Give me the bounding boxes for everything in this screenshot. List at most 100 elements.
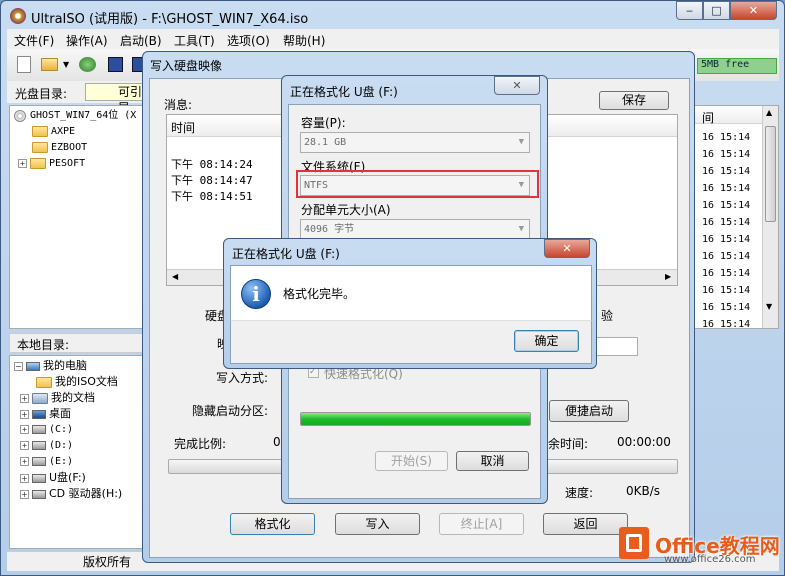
expand-icon[interactable]: + (20, 456, 29, 466)
expand-icon[interactable]: + (20, 409, 29, 419)
scroll-left-icon[interactable]: ◀ (172, 272, 178, 281)
local-item-usb[interactable]: + U盘(F:) (20, 470, 86, 486)
file-row-time: 16 15:14 (702, 285, 751, 296)
expand-icon[interactable]: + (20, 424, 29, 434)
minimize-button[interactable]: ‒ (676, 1, 703, 20)
write-button[interactable]: 写入 (335, 513, 420, 535)
local-item-iso-docs[interactable]: 我的ISO文档 (36, 374, 118, 390)
msgbox-close-button[interactable]: ✕ (544, 239, 590, 258)
open-icon[interactable] (41, 58, 58, 71)
msgbox-title: 正在格式化 U盘 (F:) (232, 247, 340, 261)
file-row-time: 16 15:14 (702, 166, 751, 177)
scroll-up-icon[interactable]: ▲ (766, 108, 772, 117)
allocation-value: 4096 字节 (304, 224, 355, 235)
format-dialog-title: 正在格式化 U盘 (F:) (290, 85, 398, 99)
cd-icon (14, 110, 26, 122)
local-item-cd[interactable]: + CD 驱动器(H:) (20, 486, 122, 502)
ok-button[interactable]: 确定 (514, 330, 579, 352)
chevron-down-icon: ▼ (518, 224, 524, 234)
menu-options[interactable]: 选项(O) (227, 32, 270, 49)
drive-icon (32, 440, 46, 450)
usb-drive-icon (32, 473, 46, 483)
tree-item-axpe[interactable]: AXPE (32, 124, 75, 140)
dropdown-arrow-icon[interactable]: ▼ (63, 60, 69, 69)
menu-tools[interactable]: 工具(T) (174, 32, 215, 49)
collapse-icon[interactable]: − (14, 361, 23, 371)
capacity-value: 28.1 GB (304, 137, 347, 148)
start-button[interactable]: 开始(S) (375, 451, 448, 471)
local-tree-panel: − 我的电脑 我的ISO文档 + 我的文档 + 桌面 + (C:) + (D:) + (E:… (9, 355, 149, 549)
capacity-select[interactable]: 28.1 GB ▼ (300, 132, 530, 153)
save-log-button[interactable]: 保存 (599, 91, 669, 110)
local-item-label: (D:) (49, 440, 74, 451)
extract-icon[interactable] (79, 57, 96, 72)
expand-icon[interactable]: + (20, 393, 29, 403)
allocation-label: 分配单元大小(A) (301, 203, 391, 217)
scroll-down-icon[interactable]: ▼ (766, 302, 772, 311)
tree-item-pesoft[interactable]: + PESOFT (18, 156, 85, 172)
menu-boot[interactable]: 启动(B) (120, 32, 162, 49)
local-item-label: 我的ISO文档 (55, 375, 118, 388)
menu-actions[interactable]: 操作(A) (66, 32, 108, 49)
tree-item-ezboot[interactable]: EZBOOT (32, 140, 87, 156)
allocation-select[interactable]: 4096 字节 ▼ (300, 219, 530, 240)
local-item-label: 桌面 (49, 407, 71, 420)
local-item-label: 我的文档 (51, 391, 95, 404)
save-icon[interactable] (108, 57, 123, 72)
expand-icon[interactable]: + (18, 158, 27, 168)
file-row-time: 16 15:14 (702, 302, 751, 313)
cancel-button[interactable]: 取消 (456, 451, 529, 471)
chevron-down-icon: ▼ (518, 137, 524, 147)
write-dialog-title: 写入硬盘映像 (150, 59, 223, 73)
file-row-time: 16 15:14 (702, 251, 751, 262)
maximize-button[interactable]: □ (703, 1, 730, 20)
scroll-right-icon[interactable]: ▶ (665, 272, 671, 281)
menu-help[interactable]: 帮助(H) (283, 32, 325, 49)
tree-root-label: GHOST_WIN7_64位 (X (30, 110, 137, 121)
write-mode-label: 写入方式: (216, 371, 269, 385)
file-list-scrollbar[interactable]: ▲ ▼ (762, 106, 778, 328)
local-item-computer[interactable]: − 我的电脑 (14, 358, 87, 374)
local-item-label: CD 驱动器(H:) (49, 487, 123, 500)
close-button[interactable]: ✕ (730, 1, 777, 20)
tree-item-label: AXPE (51, 126, 76, 137)
format-progress-bar (300, 412, 531, 426)
menu-bar: 文件(F) 操作(A) 启动(B) 工具(T) 选项(O) 帮助(H) (7, 29, 779, 49)
back-button[interactable]: 返回 (543, 513, 628, 535)
expand-icon[interactable]: + (20, 489, 29, 499)
disc-dir-label: 光盘目录: (15, 87, 68, 101)
local-item-documents[interactable]: + 我的文档 (20, 390, 95, 406)
watermark-logo-mark (626, 534, 642, 552)
remaining-value: 00:00:00 (617, 435, 671, 449)
msgbox-text: 格式化完毕。 (283, 287, 356, 301)
stop-button[interactable]: 终止[A] (439, 513, 524, 535)
folder-icon (32, 141, 48, 153)
tree-root[interactable]: GHOST_WIN7_64位 (X (12, 108, 136, 124)
local-item-c[interactable]: + (C:) (20, 422, 73, 438)
file-row-time: 16 15:14 (702, 132, 751, 143)
free-space-text: 5MB free (701, 59, 750, 70)
message-box: 正在格式化 U盘 (F:) ✕ i 格式化完毕。 确定 (223, 238, 597, 369)
local-item-desktop[interactable]: + 桌面 (20, 406, 71, 422)
local-item-d[interactable]: + (D:) (20, 438, 73, 454)
file-row-time: 16 15:14 (702, 200, 751, 211)
file-row-time: 16 15:14 (702, 234, 751, 245)
scroll-thumb[interactable] (765, 126, 776, 222)
local-item-label: (E:) (49, 456, 74, 467)
expand-icon[interactable]: + (20, 473, 29, 483)
watermark-url: www.office26.com (664, 554, 756, 565)
new-icon[interactable] (17, 56, 31, 73)
menu-file[interactable]: 文件(F) (14, 32, 54, 49)
done-ratio-label: 完成比例: (174, 437, 227, 451)
format-button[interactable]: 格式化 (230, 513, 315, 535)
local-item-e[interactable]: + (E:) (20, 454, 73, 470)
expand-icon[interactable]: + (20, 440, 29, 450)
col-header-time: 间 (702, 111, 715, 125)
format-close-button[interactable]: ✕ (494, 76, 540, 95)
copyright-text: 版权所有 (83, 555, 132, 569)
filesystem-highlight (296, 170, 539, 198)
quick-boot-button[interactable]: 便捷启动 (549, 400, 629, 422)
folder-icon (32, 125, 48, 137)
local-item-label: U盘(F:) (49, 471, 86, 484)
image-file-field[interactable] (595, 337, 638, 356)
